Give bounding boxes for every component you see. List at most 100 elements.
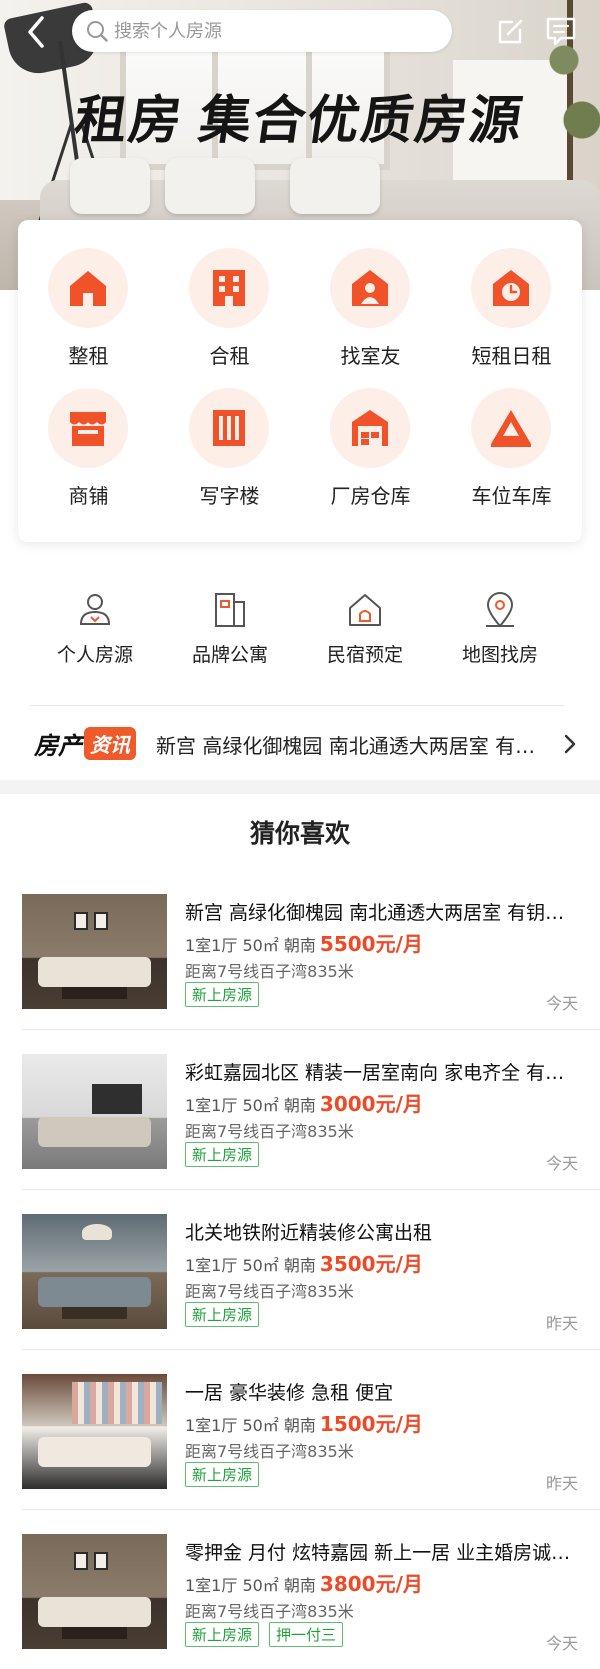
news-logo: 房产 资讯 bbox=[34, 726, 136, 760]
category-icon-bg bbox=[330, 388, 410, 468]
category-shop[interactable]: 商铺 bbox=[18, 360, 159, 508]
chevron-right-icon[interactable] bbox=[560, 730, 580, 758]
category-label: 商铺 bbox=[68, 484, 109, 508]
listing-thumbnail bbox=[22, 1214, 167, 1329]
listing-title: 彩虹嘉园北区 精装一居室南向 家电齐全 有钥匙 bbox=[185, 1062, 580, 1084]
category-label: 车位车库 bbox=[471, 484, 552, 508]
apartment-icon bbox=[215, 593, 245, 627]
listing-meta: 1室1厅 50㎡ 朝南 3800元/月 bbox=[185, 1568, 423, 1597]
listing-meta: 1室1厅 50㎡ 朝南 5500元/月 bbox=[185, 928, 423, 957]
listing-date: 今天 bbox=[545, 1154, 578, 1173]
category-short-rent[interactable]: 短租日租 bbox=[441, 220, 582, 368]
listing-specs: 1室1厅 50㎡ 朝南 bbox=[185, 1096, 316, 1115]
category-icon-bg bbox=[48, 248, 128, 328]
roommate-icon bbox=[352, 270, 388, 306]
listing-distance: 距离7号线百子湾835米 bbox=[185, 962, 354, 981]
category-icon-bg bbox=[471, 388, 551, 468]
category-shared-rent[interactable]: 合租 bbox=[159, 220, 300, 368]
message-icon[interactable] bbox=[544, 14, 578, 48]
quick-homestay[interactable]: 民宿预定 bbox=[290, 590, 440, 670]
news-headline[interactable]: 新宫 高绿化御槐园 南北通透大两居室 有钥匙 bbox=[156, 730, 546, 759]
search-icon bbox=[87, 21, 108, 42]
listing-tag: 押一付三 bbox=[269, 1622, 344, 1647]
news-ticker[interactable]: 房产 资讯 新宫 高绿化御槐园 南北通透大两居室 有钥匙 bbox=[0, 712, 600, 772]
divider bbox=[30, 705, 564, 706]
parking-cone-icon bbox=[491, 410, 531, 447]
listing-specs: 1室1厅 50㎡ 朝南 bbox=[185, 936, 316, 955]
news-logo-text: 房产 bbox=[34, 733, 82, 760]
listing-item[interactable]: 零押金 月付 炫特嘉园 新上一居 业主婚房诚心出租 1室1厅 50㎡ 朝南 380… bbox=[0, 1510, 600, 1669]
listing-date: 今天 bbox=[545, 994, 578, 1013]
listing-title: 北关地铁附近精装修公寓出租 bbox=[185, 1222, 433, 1244]
section-title: 猜你喜欢 bbox=[249, 819, 350, 848]
listing-tag: 新上房源 bbox=[185, 1462, 260, 1487]
building-icon bbox=[213, 270, 245, 306]
category-whole-rent[interactable]: 整租 bbox=[18, 220, 159, 368]
listing-tag: 新上房源 bbox=[185, 982, 260, 1007]
listing-price: 1500元/月 bbox=[319, 1412, 423, 1436]
listing-item[interactable]: 一居 豪华装修 急租 便宜 1室1厅 50㎡ 朝南 1500元/月 距离7号线百子… bbox=[0, 1350, 600, 1510]
listing-distance: 距离7号线百子湾835米 bbox=[185, 1122, 354, 1141]
listing-thumbnail bbox=[22, 1054, 167, 1169]
quick-brand-apartment[interactable]: 品牌公寓 bbox=[155, 590, 305, 670]
listing-date: 昨天 bbox=[545, 1314, 578, 1333]
search-bar[interactable] bbox=[72, 10, 452, 52]
listing-item[interactable]: 彩虹嘉园北区 精装一居室南向 家电齐全 有钥匙 1室1厅 50㎡ 朝南 3000元… bbox=[0, 1030, 600, 1190]
listing-thumbnail bbox=[22, 1534, 167, 1649]
search-input[interactable] bbox=[114, 10, 434, 52]
listing-title: 一居 豪华装修 急租 便宜 bbox=[185, 1382, 394, 1404]
quick-map-search[interactable]: 地图找房 bbox=[425, 590, 575, 670]
listing-specs: 1室1厅 50㎡ 朝南 bbox=[185, 1256, 316, 1275]
house-icon bbox=[70, 271, 106, 306]
quick-personal-listings[interactable]: 个人房源 bbox=[20, 590, 170, 670]
category-grid: 整租 合租 找室友 短租日租 商铺 写字楼 厂房仓库 车位车库 bbox=[18, 220, 582, 542]
listing-meta: 1室1厅 50㎡ 朝南 1500元/月 bbox=[185, 1408, 423, 1437]
map-pin-icon bbox=[486, 592, 514, 628]
hero-pillow bbox=[290, 158, 380, 214]
category-parking[interactable]: 车位车库 bbox=[441, 360, 582, 508]
listing-price: 3500元/月 bbox=[319, 1252, 423, 1276]
quick-label: 民宿预定 bbox=[326, 644, 403, 666]
person-icon bbox=[79, 594, 111, 625]
quick-label: 地图找房 bbox=[461, 644, 538, 666]
quick-label: 品牌公寓 bbox=[191, 644, 268, 666]
listing-date: 今天 bbox=[545, 1634, 578, 1653]
hero-headline: 租房 集合优质房源 bbox=[70, 92, 528, 150]
listing-item[interactable]: 新宫 高绿化御槐园 南北通透大两居室 有钥匙随时看 1室1厅 50㎡ 朝南 550… bbox=[0, 870, 600, 1030]
listing-tag: 新上房源 bbox=[185, 1302, 260, 1327]
listing-meta: 1室1厅 50㎡ 朝南 3000元/月 bbox=[185, 1088, 423, 1117]
listing-tags: 新上房源 押一付三 bbox=[185, 1622, 353, 1647]
office-icon bbox=[213, 410, 245, 446]
category-icon-bg bbox=[330, 248, 410, 328]
listing-tag: 新上房源 bbox=[185, 1622, 260, 1647]
listing-tags: 新上房源 bbox=[185, 982, 269, 1007]
warehouse-icon bbox=[352, 410, 388, 446]
category-office[interactable]: 写字楼 bbox=[159, 360, 300, 508]
listing-thumbnail bbox=[22, 894, 167, 1009]
listing-price: 5500元/月 bbox=[319, 932, 423, 956]
listing-specs: 1室1厅 50㎡ 朝南 bbox=[185, 1576, 316, 1595]
listing-tags: 新上房源 bbox=[185, 1302, 269, 1327]
category-warehouse[interactable]: 厂房仓库 bbox=[300, 360, 441, 508]
quick-links: 个人房源 品牌公寓 民宿预定 地图找房 bbox=[0, 590, 600, 670]
listing-thumbnail bbox=[22, 1374, 167, 1489]
category-card: 整租 合租 找室友 短租日租 商铺 写字楼 厂房仓库 车位车库 bbox=[18, 220, 582, 542]
clock-house-icon bbox=[493, 270, 529, 306]
listing-distance: 距离7号线百子湾835米 bbox=[185, 1442, 354, 1461]
listing-tags: 新上房源 bbox=[185, 1142, 269, 1167]
edit-icon[interactable] bbox=[494, 14, 528, 48]
category-find-roommate[interactable]: 找室友 bbox=[300, 220, 441, 368]
listing-price: 3000元/月 bbox=[319, 1092, 423, 1116]
listing-item[interactable]: 北关地铁附近精装修公寓出租 1室1厅 50㎡ 朝南 3500元/月 距离7号线百子… bbox=[0, 1190, 600, 1350]
hero-pillow bbox=[70, 158, 150, 214]
category-label: 厂房仓库 bbox=[330, 484, 411, 508]
category-icon-bg bbox=[48, 388, 128, 468]
category-icon-bg bbox=[471, 248, 551, 328]
hero-pillow bbox=[165, 158, 255, 214]
back-arrow-icon[interactable] bbox=[22, 14, 52, 50]
listing-date: 昨天 bbox=[545, 1474, 578, 1493]
listing-title: 零押金 月付 炫特嘉园 新上一居 业主婚房诚心出租 bbox=[185, 1542, 580, 1564]
top-bar bbox=[0, 0, 600, 64]
news-logo-badge: 资讯 bbox=[84, 727, 136, 760]
listing-tags: 新上房源 bbox=[185, 1462, 269, 1487]
